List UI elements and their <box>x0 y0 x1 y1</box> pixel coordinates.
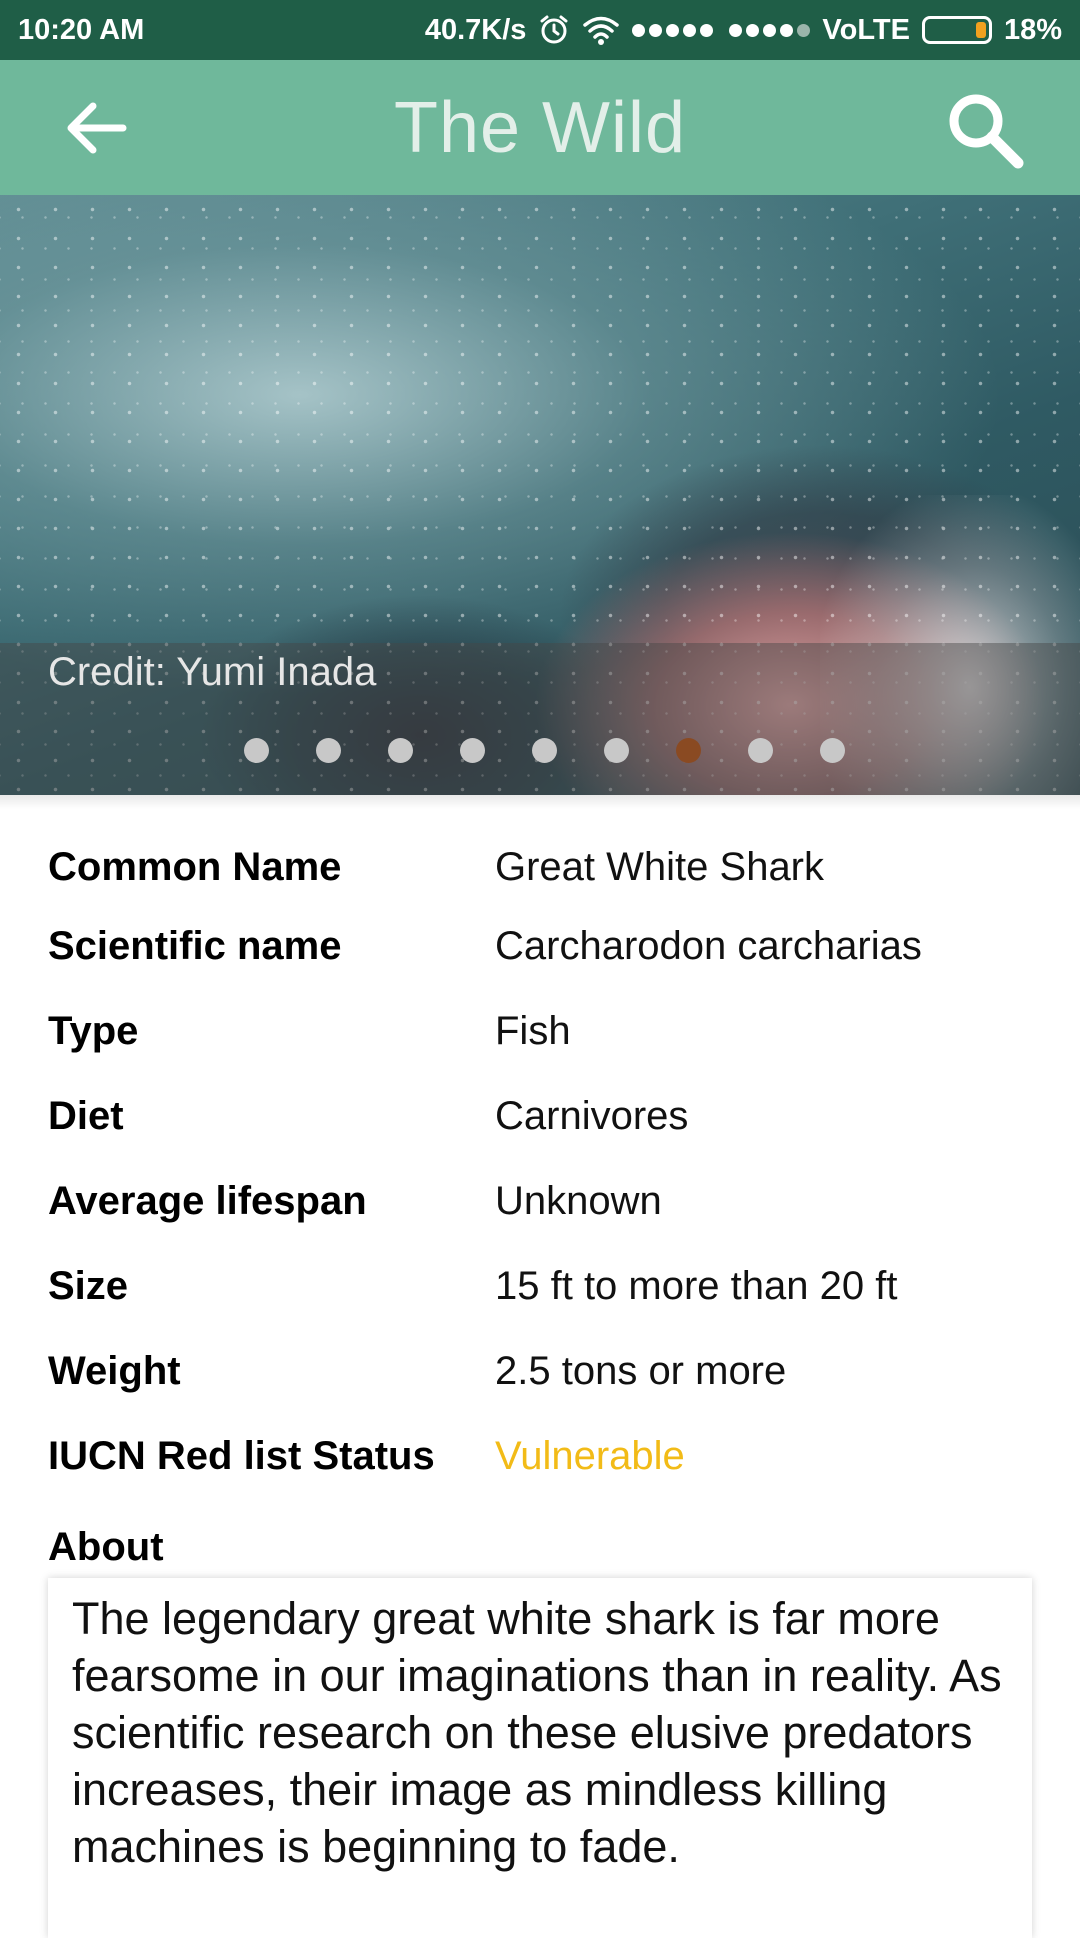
search-icon <box>949 94 1024 169</box>
pager-dot[interactable] <box>675 738 701 763</box>
photo-pager <box>0 738 1080 763</box>
about-text: The legendary great white shark is far m… <box>72 1593 1002 1872</box>
network-type: VoLTE <box>822 13 910 46</box>
wifi-icon <box>582 15 620 45</box>
pager-dot[interactable] <box>747 738 773 763</box>
pager-dot[interactable] <box>531 738 557 763</box>
detail-value: 2.5 tons or more <box>495 1349 787 1393</box>
detail-value: Carcharodon carcharias <box>495 924 922 968</box>
arrow-left-icon <box>67 102 127 153</box>
net-speed: 40.7K/s <box>424 13 527 46</box>
search-button[interactable] <box>940 85 1030 175</box>
animal-photo[interactable]: Credit: Yumi Inada <box>0 195 1080 795</box>
photo-credit: Credit: Yumi Inada <box>48 650 377 694</box>
about-card: The legendary great white shark is far m… <box>48 1578 1032 1938</box>
pager-dot[interactable] <box>819 738 845 763</box>
detail-value: Carnivores <box>495 1094 689 1138</box>
signal-icon <box>632 23 811 37</box>
pager-dot[interactable] <box>243 738 269 763</box>
detail-label: Common Name <box>48 845 342 889</box>
pager-dot[interactable] <box>315 738 341 763</box>
detail-label: Type <box>48 1009 139 1053</box>
about-heading: About <box>48 1525 164 1569</box>
pager-dot[interactable] <box>387 738 413 763</box>
detail-value: 15 ft to more than 20 ft <box>495 1264 898 1308</box>
hero-divider <box>0 795 1080 809</box>
detail-label: Scientific name <box>48 924 342 968</box>
detail-label: IUCN Red list Status <box>48 1434 435 1478</box>
pager-dot[interactable] <box>603 738 629 763</box>
app-title: The Wild <box>393 87 687 168</box>
status-bar: 10:20 AM 40.7K/s VoLTE 18% <box>0 0 1080 60</box>
status-time: 10:20 AM <box>18 13 145 46</box>
battery-percent: 18% <box>1003 13 1062 46</box>
status-value: Vulnerable <box>495 1434 685 1478</box>
back-button[interactable] <box>60 95 130 160</box>
detail-label: Weight <box>48 1349 181 1393</box>
status-right: 40.7K/s VoLTE 18% <box>425 14 1062 47</box>
detail-value: Unknown <box>495 1179 662 1223</box>
detail-label: Size <box>48 1264 129 1308</box>
detail-value: Fish <box>495 1009 571 1053</box>
battery-fill <box>975 22 986 38</box>
alarm-icon <box>538 14 570 46</box>
battery-icon <box>921 16 992 44</box>
detail-label: Average lifespan <box>48 1179 367 1223</box>
detail-value: Great White Shark <box>495 845 825 889</box>
app-bar: The Wild <box>0 60 1080 195</box>
pager-dot[interactable] <box>459 738 485 763</box>
detail-label: Diet <box>48 1094 124 1138</box>
